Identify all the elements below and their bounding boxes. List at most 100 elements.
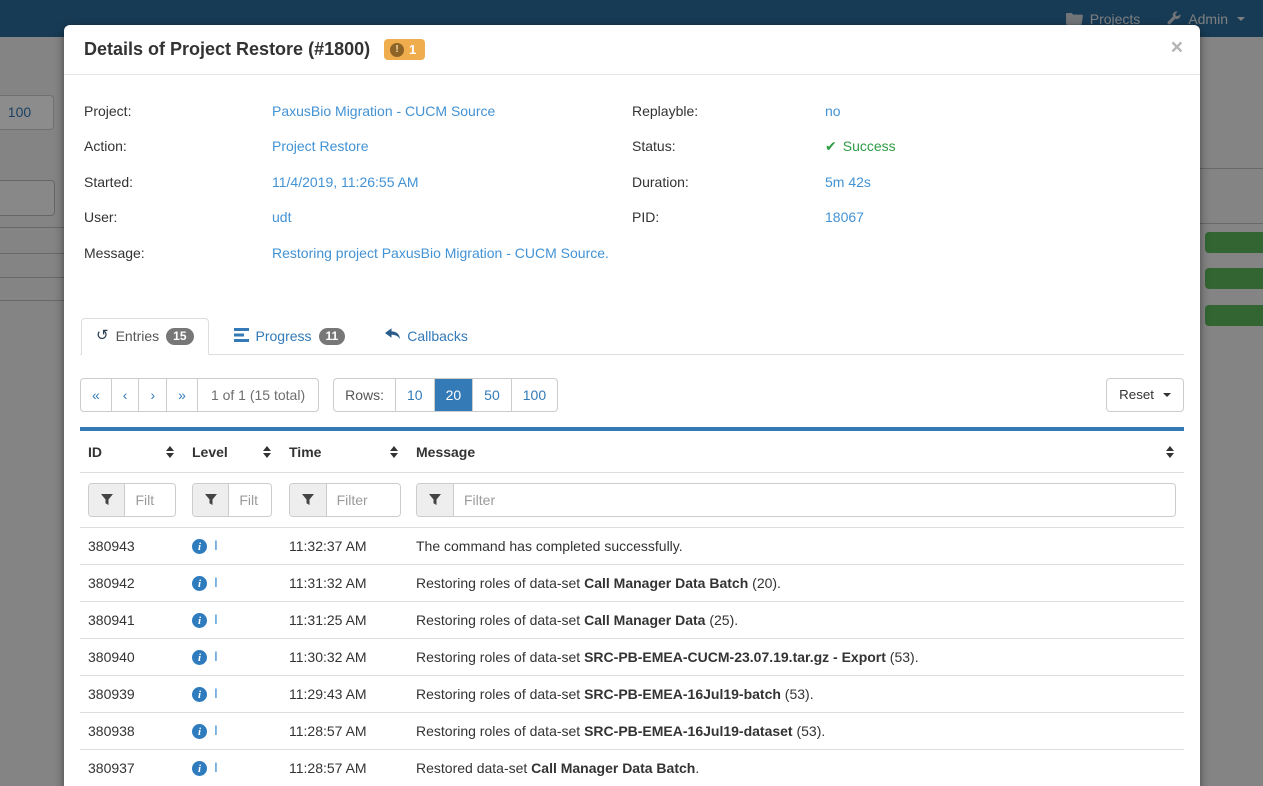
column-label: Time — [289, 444, 321, 460]
entry-message: The command has completed successfully. — [408, 538, 1184, 554]
details-right-column: Replayble: no Status: ✔Success Duration:… — [632, 93, 1180, 271]
detail-value[interactable]: no — [825, 103, 841, 119]
detail-value[interactable]: Project Restore — [272, 138, 368, 154]
details-left-column: Project: PaxusBio Migration - CUCM Sourc… — [84, 93, 632, 271]
column-header-message[interactable]: Message — [408, 444, 1184, 460]
tasks-icon — [234, 328, 249, 345]
entry-id: 380938 — [88, 723, 135, 739]
table-body: 380943 iI 11:32:37 AM The command has co… — [80, 528, 1184, 786]
detail-row: Project: PaxusBio Migration - CUCM Sourc… — [84, 93, 632, 129]
entry-id: 380937 — [88, 760, 135, 776]
table-row[interactable]: 380942 iI 11:31:32 AM Restoring roles of… — [80, 565, 1184, 602]
info-icon: i — [192, 650, 207, 665]
filter-id-input[interactable] — [125, 484, 175, 516]
funnel-icon[interactable] — [417, 484, 454, 516]
sort-icon[interactable] — [263, 446, 271, 458]
column-header-level[interactable]: Level — [184, 444, 281, 460]
funnel-icon[interactable] — [89, 484, 125, 516]
entry-level: I — [214, 611, 218, 627]
entry-time: 11:28:57 AM — [289, 760, 367, 776]
entry-time: 11:31:32 AM — [289, 575, 367, 591]
column-header-id[interactable]: ID — [80, 444, 184, 460]
detail-row: Action: Project Restore — [84, 129, 632, 165]
entry-time: 11:30:32 AM — [289, 649, 367, 665]
last-page-button[interactable]: » — [166, 379, 197, 411]
table-row[interactable]: 380937 iI 11:28:57 AM Restored data-set … — [80, 750, 1184, 786]
page-status: 1 of 1 (15 total) — [197, 379, 318, 411]
entry-message: Restoring roles of data-set SRC-PB-EMEA-… — [408, 649, 1184, 665]
detail-row: User: udt — [84, 200, 632, 236]
prev-page-button[interactable]: ‹ — [111, 379, 139, 411]
filter-level-input[interactable] — [229, 484, 271, 516]
rows-option-100[interactable]: 100 — [511, 379, 557, 411]
detail-value[interactable]: 11/4/2019, 11:26:55 AM — [272, 174, 419, 190]
sort-icon[interactable] — [390, 446, 398, 458]
detail-value[interactable]: udt — [272, 209, 291, 225]
entries-table: ID Level Time Message — [80, 427, 1184, 786]
funnel-icon[interactable] — [193, 484, 229, 516]
pagination-group: « ‹ › » 1 of 1 (15 total) — [80, 378, 319, 412]
modal-title: Details of Project Restore (#1800) — [84, 39, 370, 59]
entry-time: 11:29:43 AM — [289, 686, 367, 702]
detail-value[interactable]: 5m 42s — [825, 174, 871, 190]
entry-id: 380943 — [88, 538, 135, 554]
column-label: Message — [416, 444, 475, 460]
table-row[interactable]: 380940 iI 11:30:32 AM Restoring roles of… — [80, 639, 1184, 676]
progress-count-badge: 11 — [319, 328, 346, 345]
filter-time-input[interactable] — [327, 484, 400, 516]
filter-message-input[interactable] — [454, 484, 1175, 516]
tab-progress[interactable]: Progress 11 — [219, 318, 361, 355]
sort-icon[interactable] — [1166, 446, 1174, 458]
info-icon: i — [192, 761, 207, 776]
entry-level: I — [214, 574, 218, 590]
detail-value[interactable]: 18067 — [825, 209, 864, 225]
next-page-button[interactable]: › — [138, 379, 166, 411]
detail-value[interactable]: ✔Success — [825, 138, 896, 155]
table-header-row: ID Level Time Message — [80, 431, 1184, 473]
detail-label: Message: — [84, 245, 272, 261]
info-icon: i — [192, 613, 207, 628]
close-icon[interactable]: × — [1171, 37, 1183, 58]
reset-button[interactable]: Reset — [1106, 378, 1184, 412]
tab-callbacks-label: Callbacks — [407, 329, 468, 344]
first-page-button[interactable]: « — [81, 379, 111, 411]
table-row[interactable]: 380938 iI 11:28:57 AM Restoring roles of… — [80, 713, 1184, 750]
sort-icon[interactable] — [166, 446, 174, 458]
tab-entries[interactable]: ↺ Entries 15 — [81, 318, 209, 355]
detail-row: Started: 11/4/2019, 11:26:55 AM — [84, 164, 632, 200]
table-row[interactable]: 380939 iI 11:29:43 AM Restoring roles of… — [80, 676, 1184, 713]
entry-time: 11:28:57 AM — [289, 723, 367, 739]
info-icon: i — [192, 539, 207, 554]
detail-label: Started: — [84, 174, 272, 190]
rows-per-page-group: Rows: 10 20 50 100 — [333, 378, 558, 412]
detail-label: Duration: — [632, 174, 825, 190]
table-row[interactable]: 380943 iI 11:32:37 AM The command has co… — [80, 528, 1184, 565]
info-icon: i — [192, 724, 207, 739]
info-icon: i — [192, 576, 207, 591]
column-label: ID — [88, 444, 102, 460]
entries-count-badge: 15 — [166, 328, 193, 345]
detail-row: Replayble: no — [632, 93, 1180, 129]
detail-label: PID: — [632, 209, 825, 225]
detail-label: Project: — [84, 103, 272, 119]
column-header-time[interactable]: Time — [281, 444, 408, 460]
history-icon: ↺ — [96, 329, 109, 343]
detail-value[interactable]: PaxusBio Migration - CUCM Source — [272, 103, 495, 119]
reset-label: Reset — [1119, 385, 1154, 405]
entry-id: 380941 — [88, 612, 135, 628]
details-section: Project: PaxusBio Migration - CUCM Sourc… — [64, 75, 1200, 271]
detail-label: User: — [84, 209, 272, 225]
rows-option-20[interactable]: 20 — [434, 379, 473, 411]
tab-callbacks[interactable]: Callbacks — [370, 318, 483, 355]
detail-value[interactable]: Restoring project PaxusBio Migration - C… — [272, 245, 609, 261]
task-details-modal: Details of Project Restore (#1800) ! 1 ×… — [64, 25, 1200, 786]
entry-level: I — [214, 537, 218, 553]
tab-progress-label: Progress — [256, 329, 312, 344]
funnel-icon[interactable] — [290, 484, 327, 516]
entry-message: Restoring roles of data-set Call Manager… — [408, 575, 1184, 591]
rows-option-50[interactable]: 50 — [472, 379, 511, 411]
entry-level: I — [214, 722, 218, 738]
warning-count: 1 — [409, 42, 416, 57]
table-row[interactable]: 380941 iI 11:31:25 AM Restoring roles of… — [80, 602, 1184, 639]
rows-option-10[interactable]: 10 — [395, 379, 434, 411]
